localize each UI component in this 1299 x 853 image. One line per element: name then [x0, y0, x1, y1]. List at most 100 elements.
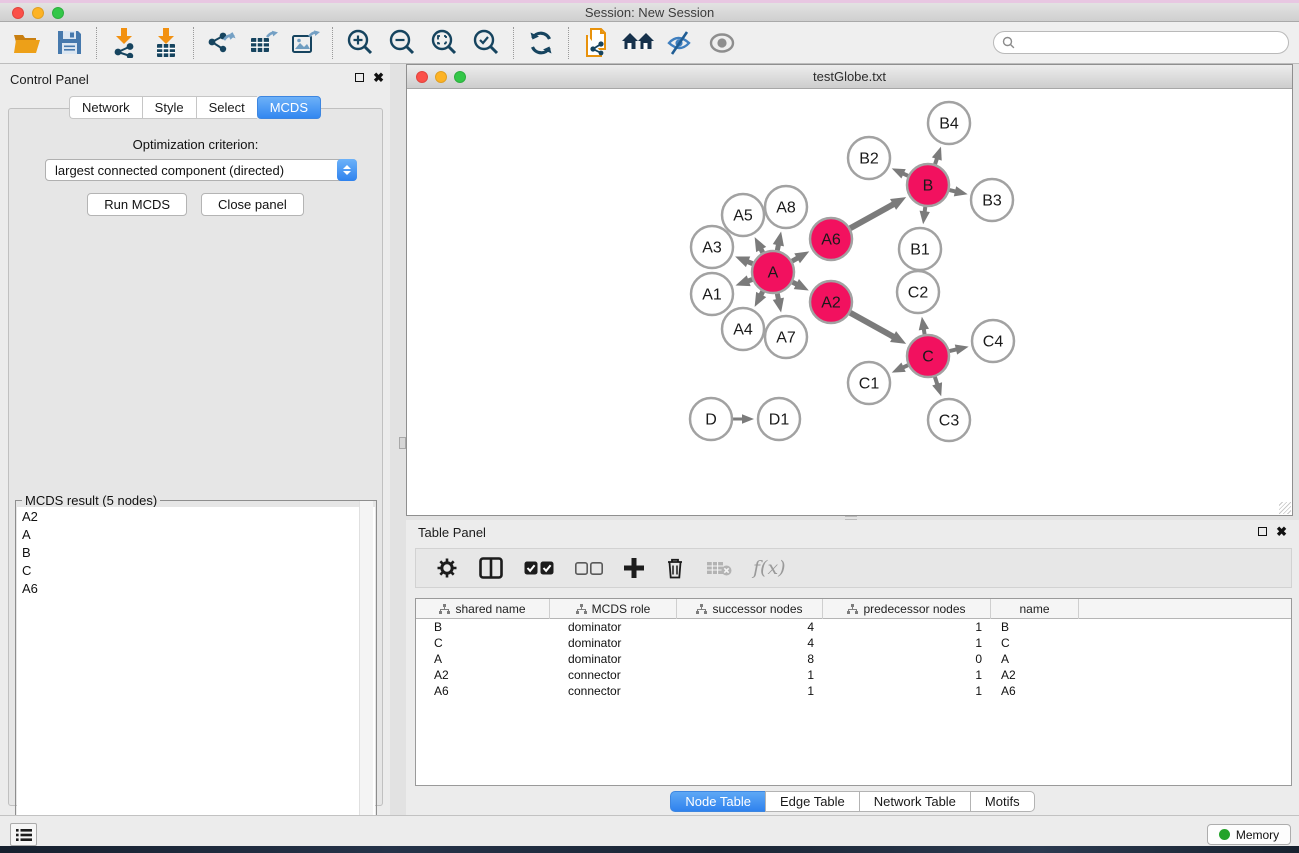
- network-minimize-icon[interactable]: [435, 71, 447, 83]
- zoom-selected-icon[interactable]: [469, 26, 503, 60]
- node-label: A5: [733, 208, 753, 225]
- open-session-icon[interactable]: [10, 26, 44, 60]
- result-item[interactable]: C: [17, 561, 375, 579]
- birds-eye-icon[interactable]: [705, 26, 739, 60]
- column-header[interactable]: name: [991, 599, 1079, 619]
- table-row[interactable]: Bdominator41B: [416, 619, 1291, 635]
- tab-select[interactable]: Select: [196, 96, 257, 119]
- node-label: B1: [910, 242, 930, 259]
- table-settings-gear-icon[interactable]: [436, 557, 458, 579]
- memory-label: Memory: [1236, 828, 1279, 842]
- window-resize-grip[interactable]: [1279, 502, 1291, 514]
- node-label: B3: [982, 193, 1002, 210]
- function-builder-icon[interactable]: f(x): [753, 557, 786, 579]
- first-neighbors-icon[interactable]: [621, 26, 655, 60]
- graphics-details-icon[interactable]: [663, 26, 697, 60]
- network-view-window[interactable]: testGlobe.txt B4B2BB3A5A8A6A3B1AC2A1A2A4…: [406, 64, 1293, 516]
- column-header[interactable]: predecessor nodes: [823, 599, 991, 619]
- control-panel-title: Control Panel: [10, 72, 89, 87]
- mcds-panel: Optimization criterion: largest connecte…: [8, 108, 383, 806]
- export-table-icon[interactable]: [246, 26, 280, 60]
- tab-network-table[interactable]: Network Table: [859, 791, 970, 812]
- graph-edge-A2-C[interactable]: [850, 313, 895, 338]
- table-cell: 8: [677, 651, 823, 667]
- column-namespace-icon: [439, 604, 450, 615]
- run-mcds-button[interactable]: Run MCDS: [87, 193, 187, 216]
- node-label: A6: [821, 232, 841, 249]
- table-cell: dominator: [550, 651, 677, 667]
- network-zoom-icon[interactable]: [454, 71, 466, 83]
- edge-arrowhead: [773, 298, 784, 313]
- toolbar-separator: [96, 27, 97, 59]
- search-input[interactable]: [1020, 36, 1270, 50]
- zoom-window-icon[interactable]: [52, 7, 64, 19]
- splitter-grip[interactable]: [399, 437, 406, 449]
- close-table-panel-icon[interactable]: ✖: [1276, 526, 1287, 537]
- column-header[interactable]: successor nodes: [677, 599, 823, 619]
- result-item[interactable]: A: [17, 525, 375, 543]
- tab-edge-table[interactable]: Edge Table: [765, 791, 859, 812]
- refresh-icon[interactable]: [524, 26, 558, 60]
- network-close-icon[interactable]: [416, 71, 428, 83]
- task-history-button[interactable]: [10, 823, 37, 846]
- table-row[interactable]: Cdominator41C: [416, 635, 1291, 651]
- edge-arrowhead: [773, 232, 784, 247]
- edge-arrowhead: [735, 256, 750, 267]
- network-window-titlebar[interactable]: testGlobe.txt: [407, 65, 1292, 89]
- minimize-window-icon[interactable]: [32, 7, 44, 19]
- result-scrollbar[interactable]: [359, 501, 373, 837]
- result-item[interactable]: A6: [17, 579, 375, 597]
- zoom-in-icon[interactable]: [343, 26, 377, 60]
- memory-button[interactable]: Memory: [1207, 824, 1291, 845]
- column-header[interactable]: MCDS role: [550, 599, 677, 619]
- table-cell: 1: [823, 667, 991, 683]
- table-row[interactable]: A2connector11A2: [416, 667, 1291, 683]
- tab-style[interactable]: Style: [142, 96, 196, 119]
- window-titlebar[interactable]: Session: New Session: [0, 3, 1299, 22]
- network-canvas[interactable]: B4B2BB3A5A8A6A3B1AC2A1A2A4A7C4CC1C3DD1: [407, 90, 1292, 515]
- save-session-icon[interactable]: [52, 26, 86, 60]
- mcds-result-group: MCDS result (5 nodes) A2ABCA6: [15, 500, 377, 845]
- zoom-fit-icon[interactable]: [427, 26, 461, 60]
- search-box[interactable]: [993, 31, 1289, 54]
- float-panel-icon[interactable]: [355, 73, 364, 82]
- clone-network-icon[interactable]: [579, 26, 613, 60]
- toolbar-separator: [568, 27, 569, 59]
- graph-edge-A6-B[interactable]: [850, 203, 895, 228]
- table-row[interactable]: Adominator80A: [416, 651, 1291, 667]
- toolbar-separator: [193, 27, 194, 59]
- table-cell: A2: [991, 667, 1079, 683]
- close-panel-button[interactable]: Close panel: [201, 193, 304, 216]
- tab-network[interactable]: Network: [69, 96, 142, 119]
- export-image-icon[interactable]: [288, 26, 322, 60]
- column-header[interactable]: shared name: [416, 599, 550, 619]
- dropdown-stepper-icon[interactable]: [337, 159, 357, 181]
- close-panel-icon[interactable]: ✖: [373, 72, 384, 83]
- close-window-icon[interactable]: [12, 7, 24, 19]
- zoom-out-icon[interactable]: [385, 26, 419, 60]
- export-network-icon[interactable]: [204, 26, 238, 60]
- tab-node-table[interactable]: Node Table: [670, 791, 765, 812]
- float-table-panel-icon[interactable]: [1258, 527, 1267, 536]
- import-table-icon[interactable]: [149, 26, 183, 60]
- select-all-icon[interactable]: [524, 561, 554, 575]
- result-item[interactable]: B: [17, 543, 375, 561]
- table-cell: 0: [823, 651, 991, 667]
- table-row[interactable]: A6connector11A6: [416, 683, 1291, 699]
- show-columns-icon[interactable]: [479, 557, 503, 579]
- deselect-all-icon[interactable]: [575, 562, 603, 575]
- criterion-dropdown[interactable]: largest connected component (directed): [45, 159, 357, 181]
- table-panel: Table Panel ✖: [406, 520, 1299, 815]
- node-label: A8: [776, 200, 796, 217]
- column-namespace-icon: [847, 604, 858, 615]
- node-label: A4: [733, 322, 753, 339]
- tab-motifs[interactable]: Motifs: [970, 791, 1035, 812]
- delete-table-icon[interactable]: [706, 560, 732, 576]
- delete-column-icon[interactable]: [665, 557, 685, 579]
- add-column-icon[interactable]: [624, 558, 644, 578]
- edge-arrowhead: [920, 211, 930, 225]
- result-item[interactable]: A2: [17, 507, 375, 525]
- tab-mcds[interactable]: MCDS: [257, 96, 321, 119]
- memory-status-icon: [1219, 829, 1230, 840]
- import-network-icon[interactable]: [107, 26, 141, 60]
